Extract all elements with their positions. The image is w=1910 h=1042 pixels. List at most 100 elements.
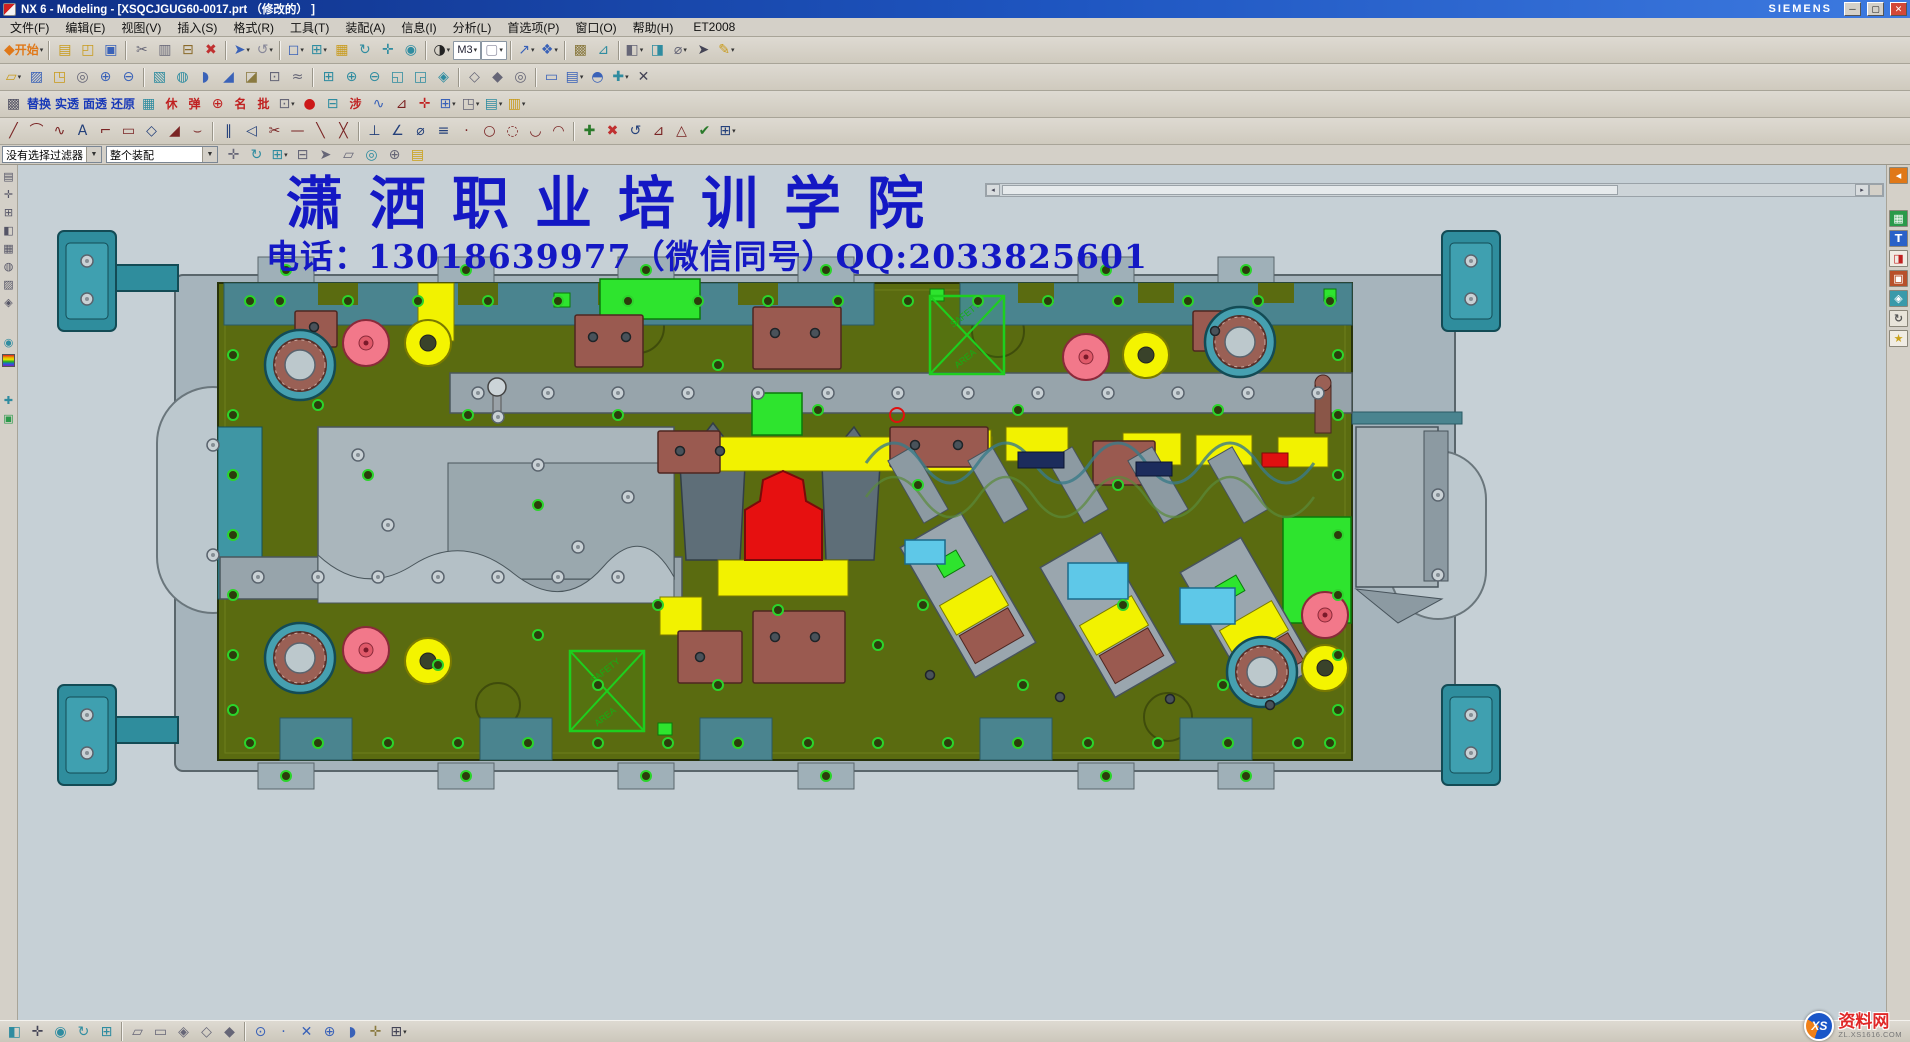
menu-item[interactable]: 信息(I) (393, 19, 444, 36)
hole-feature-button[interactable]: ◎ (71, 66, 94, 89)
block-feature-button[interactable]: ▧ (148, 66, 171, 89)
assembly-constraints-button[interactable]: ❖▾ (538, 39, 561, 62)
sketch-wedge-button[interactable]: ◢ (163, 120, 186, 143)
close-button[interactable]: ✕ (1890, 2, 1907, 16)
circle-tool-icon[interactable]: ◍ (1, 258, 17, 274)
paste-button[interactable]: ⊟ (176, 39, 199, 62)
chevron-down-icon[interactable]: ▼ (202, 147, 217, 162)
cam-tools-button[interactable]: ▥▾ (505, 93, 528, 116)
view-menu-button[interactable]: ⊞▾ (307, 39, 330, 62)
corner-clamp-bottom-right[interactable] (1442, 685, 1500, 785)
sketch-corner-button[interactable]: ⌐ (94, 120, 117, 143)
concave-arc-button[interactable]: ◡ (524, 120, 547, 143)
assembly-navigator-tab[interactable]: ▦ (1889, 210, 1908, 227)
new-window-button[interactable]: ▭ (540, 66, 563, 89)
maximize-button[interactable]: ▢ (1867, 2, 1884, 16)
note-tool-button[interactable]: ▤ (406, 143, 429, 166)
scrollbar-track[interactable] (1000, 184, 1855, 196)
snap-end-button[interactable]: · (272, 1022, 295, 1042)
remove-geometry-button[interactable]: ✖ (601, 120, 624, 143)
layers-button[interactable]: ▦ (330, 39, 353, 62)
menu-item[interactable]: 编辑(E) (57, 19, 113, 36)
equal-constraint-button[interactable]: ≡ (432, 120, 455, 143)
wireframe-bottom-button[interactable]: ◇ (195, 1022, 218, 1042)
fit-view-button[interactable]: ⊞▾ (268, 143, 291, 166)
info-window-button[interactable]: ◓ (586, 66, 609, 89)
die-assembly-drawing[interactable]: SAFETY AREA SAFETY AREA 潇洒职业培训学院 电话：1301… (18, 165, 1886, 1020)
undo-button[interactable]: ↺▾ (253, 39, 276, 62)
more-snaps-button[interactable]: ⊞▾ (387, 1022, 410, 1042)
sketch-mirror-button[interactable]: ◁ (240, 120, 263, 143)
scrollbar-thumb[interactable] (1002, 185, 1618, 195)
datum-bottom-button[interactable]: ✛ (364, 1022, 387, 1042)
sketch-cross-button[interactable]: ╳ (332, 120, 355, 143)
resource-collapse-icon[interactable]: ◂ (1889, 167, 1908, 184)
magnify-tool-icon[interactable]: ◉ (1, 334, 17, 350)
half-view-icon[interactable]: ◧ (1, 222, 17, 238)
tile-windows-button[interactable]: ▤▾ (563, 66, 586, 89)
solid-transparent-button[interactable]: 实透 (53, 93, 81, 116)
export-view-button[interactable]: ◳▾ (459, 93, 482, 116)
measure-button[interactable]: ⌀▾ (669, 39, 692, 62)
sketch-rect-button[interactable]: ▭ (117, 120, 140, 143)
hidden-edge-button[interactable]: ◎ (509, 66, 532, 89)
zoom-bottom-button[interactable]: ◉ (49, 1022, 72, 1042)
stop-button[interactable]: ✕ (632, 66, 655, 89)
teal-probe-icon[interactable]: ✚ (1, 392, 17, 408)
point-constructor-button[interactable]: ✚▾ (609, 66, 632, 89)
wireframe-display-button[interactable]: ◇ (463, 66, 486, 89)
window-layout-button[interactable]: ◧▾ (623, 39, 646, 62)
edge-blend-button[interactable]: ◗ (194, 66, 217, 89)
chevron-down-icon[interactable]: ▼ (86, 147, 101, 162)
material-sphere-button[interactable]: ● (298, 93, 321, 116)
palette-tab[interactable]: ★ (1889, 330, 1908, 347)
save-button[interactable]: ▣ (99, 39, 122, 62)
corner-clamp-top-left[interactable] (58, 231, 178, 331)
sketch-fillet-button[interactable]: ⌣ (186, 120, 209, 143)
guide-bushing-bottom-left[interactable] (265, 623, 335, 693)
horizontal-scrollbar[interactable]: ◂ ▸ (985, 183, 1884, 197)
sketch-prefs-button[interactable]: ⊞▾ (716, 120, 739, 143)
section-view-button[interactable]: ◨ (646, 39, 669, 62)
perpendicular-constraint-button[interactable]: ⊥ (363, 120, 386, 143)
sketch-line-button[interactable]: ╱ (2, 120, 25, 143)
part-family-button[interactable]: ⊞▾ (436, 93, 459, 116)
face-transparent-button[interactable]: 面透 (81, 93, 109, 116)
undo-sketch-button[interactable]: ↺ (624, 120, 647, 143)
menu-item[interactable]: 窗口(O) (567, 19, 624, 36)
delete-button[interactable]: ✖ (199, 39, 222, 62)
new-file-button[interactable]: ▤ (53, 39, 76, 62)
shaded-display-button[interactable]: ◆ (486, 66, 509, 89)
grid-tool-icon[interactable]: ⊞ (1, 204, 17, 220)
selection-arrow-button[interactable]: ➤ (692, 39, 715, 62)
unite-button[interactable]: ⊕ (94, 66, 117, 89)
nav-cube-button[interactable]: ◧ (3, 1022, 26, 1042)
touch-mode-button[interactable]: ◻▾ (284, 39, 307, 62)
zoom-in-button[interactable]: ⊕ (340, 66, 363, 89)
cut-button[interactable]: ✂ (130, 39, 153, 62)
replace-ref-button[interactable]: 替换 (25, 93, 53, 116)
interference-button[interactable]: 涉 (344, 93, 367, 116)
move-component-button[interactable]: ↗▾ (515, 39, 538, 62)
menu-item[interactable]: 工具(T) (282, 19, 337, 36)
zoom-view-button[interactable]: ◉ (399, 39, 422, 62)
copy-button[interactable]: ▥ (153, 39, 176, 62)
repeat-command-button[interactable]: ➤▾ (230, 39, 253, 62)
part-navigator-icon[interactable]: ▤ (1, 168, 17, 184)
pan-bottom-button[interactable]: ✛ (26, 1022, 49, 1042)
rotate-view-button[interactable]: ↻ (353, 39, 376, 62)
sketch-arc-button[interactable]: ⌒ (25, 120, 48, 143)
point-tool-button[interactable]: · (455, 120, 478, 143)
sketch-text-button[interactable]: A (71, 120, 94, 143)
reuse-library-tab[interactable]: ▣ (1889, 270, 1908, 287)
select-arrow-tool[interactable]: ➤ (314, 143, 337, 166)
extrude-button[interactable]: ◳ (48, 66, 71, 89)
name-button[interactable]: 名 (229, 93, 252, 116)
shell-button[interactable]: ⊡ (263, 66, 286, 89)
batch-button[interactable]: 批 (252, 93, 275, 116)
selection-filter-dropdown[interactable]: 没有选择过滤器 ▼ (2, 146, 102, 163)
corner-clamp-top-right[interactable] (1442, 231, 1500, 331)
start-menu-button[interactable]: ◆开始▾ (2, 39, 45, 62)
color-spectrum-tool[interactable] (0, 352, 17, 368)
wave-geometry-button[interactable]: ▩ (569, 39, 592, 62)
